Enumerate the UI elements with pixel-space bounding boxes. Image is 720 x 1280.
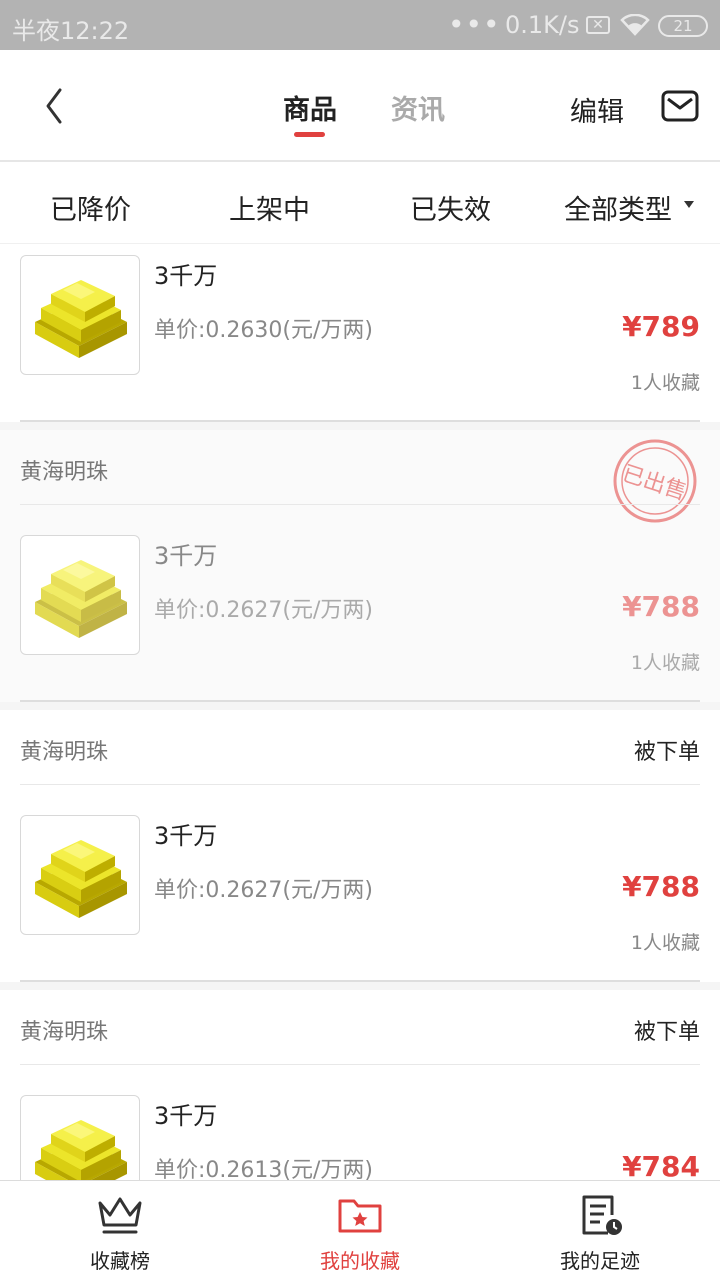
item-divider [20, 980, 700, 982]
nav-label: 我的收藏 [320, 1249, 400, 1273]
favorites-list: 3千万 单价:0.2630(元/万两) ¥789 1人收藏 黄海明珠 已出售 3… [0, 244, 720, 1180]
nav-my-favorites[interactable]: 我的收藏 [240, 1181, 480, 1280]
list-item[interactable]: 黄海明珠 被下单 3千万 单价:0.2627(元/万两) ¥788 1人收藏 [0, 710, 720, 982]
item-price: ¥788 [622, 590, 700, 623]
item-price: ¥789 [622, 310, 700, 343]
item-header-divider [20, 504, 700, 505]
network-speed: 0.1K/s [505, 11, 580, 39]
item-seller: 黄海明珠 [20, 1020, 109, 1045]
nav-label: 我的足迹 [560, 1249, 640, 1273]
notification-dots: ••• [448, 8, 501, 41]
item-collect-count: 1人收藏 [630, 372, 700, 394]
nav-favorites-ranking[interactable]: 收藏榜 [0, 1181, 240, 1280]
bottom-nav: 收藏榜 我的收藏 我的足迹 [0, 1180, 720, 1280]
item-thumbnail [20, 815, 140, 935]
item-divider [20, 420, 700, 422]
gold-bars-icon [35, 280, 127, 358]
item-header-divider [20, 784, 700, 785]
folder-star-icon [338, 1199, 382, 1233]
no-sim-icon: ✕ [586, 16, 610, 34]
gold-bars-icon [35, 560, 127, 638]
item-collect-count: 1人收藏 [630, 652, 700, 674]
filter-on-shelf[interactable]: 上架中 [229, 188, 310, 227]
list-item[interactable]: 3千万 单价:0.2630(元/万两) ¥789 1人收藏 [0, 244, 720, 422]
item-title: 3千万 [154, 542, 218, 570]
filter-expired[interactable]: 已失效 [410, 188, 491, 227]
item-unit-price: 单价:0.2630(元/万两) [154, 318, 373, 343]
gold-bars-icon [35, 1120, 127, 1180]
edit-button[interactable]: 编辑 [570, 90, 624, 129]
status-bar: 半夜12:22 ••• 0.1K/s ✕ 21 [0, 0, 720, 50]
item-thumbnail [20, 1095, 140, 1180]
item-thumbnail [20, 535, 140, 655]
item-unit-price: 单价:0.2627(元/万两) [154, 878, 373, 903]
filter-all-types[interactable]: 全部类型 [564, 188, 672, 227]
item-divider [20, 700, 700, 702]
mail-icon[interactable] [661, 90, 699, 122]
back-arrow-icon[interactable] [36, 84, 76, 128]
filter-bar: 已降价 上架中 已失效 全部类型 [0, 164, 720, 244]
item-collect-count: 1人收藏 [630, 932, 700, 954]
item-status: 被下单 [633, 740, 700, 765]
nav-label: 收藏榜 [90, 1249, 150, 1273]
list-item[interactable]: 黄海明珠 被下单 3千万 单价:0.2613(元/万两) ¥784 [0, 990, 720, 1180]
tab-goods[interactable]: 商品 [283, 88, 337, 127]
item-unit-price: 单价:0.2627(元/万两) [154, 598, 373, 623]
item-price: ¥788 [622, 870, 700, 903]
battery-icon: 21 [658, 15, 708, 37]
item-seller: 黄海明珠 [20, 460, 109, 485]
item-price: ¥784 [622, 1150, 700, 1180]
history-icon [582, 1195, 622, 1235]
item-header-divider [20, 1064, 700, 1065]
item-seller: 黄海明珠 [20, 740, 109, 765]
filter-price-dropped[interactable]: 已降价 [50, 188, 131, 227]
crown-icon [98, 1197, 142, 1234]
sold-stamp-icon: 已出售 [613, 439, 697, 523]
wifi-icon [620, 14, 650, 36]
active-tab-indicator [294, 132, 325, 137]
list-item[interactable]: 黄海明珠 已出售 3千万 单价:0.2627(元/万两) ¥788 1人收藏 [0, 430, 720, 702]
item-title: 3千万 [154, 262, 218, 290]
item-status: 被下单 [633, 1020, 700, 1045]
gold-bars-icon [35, 840, 127, 918]
top-header: 商品 资讯 编辑 [0, 50, 720, 162]
dropdown-arrow-icon[interactable] [684, 201, 694, 208]
sold-stamp-text: 已出售 [619, 461, 690, 505]
status-time: 半夜12:22 [12, 17, 130, 45]
nav-my-history[interactable]: 我的足迹 [480, 1181, 720, 1280]
item-title: 3千万 [154, 822, 218, 850]
item-unit-price: 单价:0.2613(元/万两) [154, 1158, 373, 1180]
tab-news[interactable]: 资讯 [391, 88, 445, 127]
item-title: 3千万 [154, 1102, 218, 1130]
item-thumbnail [20, 255, 140, 375]
